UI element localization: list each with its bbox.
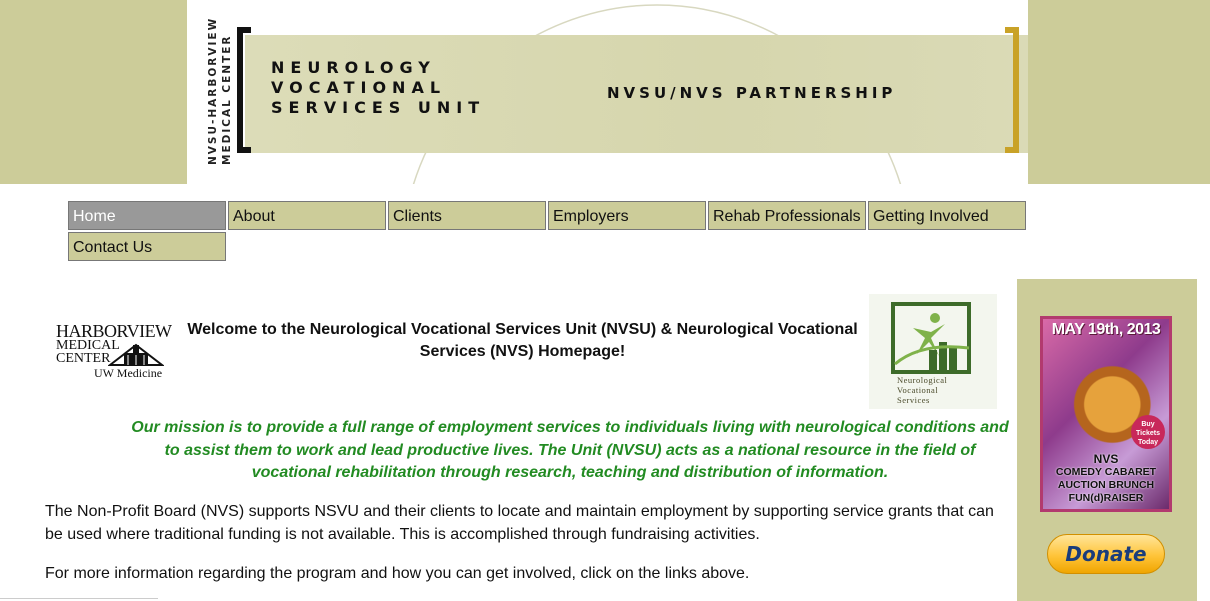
poster-date: MAY 19th, 2013	[1051, 321, 1161, 338]
unit-title-line-3: SERVICES UNIT	[271, 98, 486, 117]
unit-title-line-1: NEUROLOGY	[271, 58, 436, 77]
nvs-board-paragraph: The Non-Profit Board (NVS) supports NSVU…	[45, 503, 994, 543]
nav-item-getting-involved[interactable]: Getting Involved	[868, 201, 1026, 230]
nvs-logo[interactable]: Neurological Vocational Services	[869, 294, 997, 409]
welcome-heading: Welcome to the Neurological Vocational S…	[187, 321, 858, 360]
unit-title-line-2: VOCATIONAL	[271, 78, 447, 97]
nvs-figure-icon	[891, 302, 971, 374]
event-poster[interactable]: MAY 19th, 2013 Buy Tickets Today NVS COM…	[1040, 316, 1172, 512]
header-side-panel-left	[0, 0, 187, 184]
harborview-logo[interactable]: HARBORVIEW MEDICAL CENTER UW Medicine	[56, 321, 174, 381]
nav-item-employers[interactable]: Employers	[548, 201, 706, 230]
site-banner: NVSU-HARBORVIEW MEDICAL CENTER NEUROLOGY…	[187, 0, 1028, 184]
unit-title: NEUROLOGY VOCATIONAL SERVICES UNIT	[271, 58, 485, 118]
nvs-logo-line-2: Vocational	[897, 385, 939, 395]
banner-vertical-text: NVSU-HARBORVIEW MEDICAL CENTER	[205, 15, 237, 165]
nav-item-rehab-professionals[interactable]: Rehab Professionals	[708, 201, 866, 230]
banner-bracket-left	[237, 27, 251, 153]
vertical-text-line-1: NVSU-HARBORVIEW	[207, 16, 219, 165]
uw-medicine-label: UW Medicine	[94, 366, 163, 380]
vertical-text-line-2: MEDICAL CENTER	[221, 34, 233, 165]
nav-item-about[interactable]: About	[228, 201, 386, 230]
mission-statement: Our mission is to provide a full range o…	[131, 419, 1009, 481]
poster-line-4: FUN(d)RAISER	[1068, 492, 1144, 504]
banner-bracket-right	[1005, 27, 1019, 153]
nav-item-home[interactable]: Home	[68, 201, 226, 230]
poster-line-2: COMEDY CABARET	[1055, 466, 1157, 478]
nvs-logo-line-1: Neurological	[897, 375, 948, 385]
more-info-paragraph: For more information regarding the progr…	[45, 565, 750, 582]
nav-item-contact-us[interactable]: Contact Us	[68, 232, 226, 261]
divider	[0, 598, 158, 599]
poster-event-lines: NVS COMEDY CABARET AUCTION BRUNCH FUN(d)…	[1043, 453, 1169, 505]
header-side-panel-right	[1028, 0, 1210, 184]
nvs-logo-line-3: Services	[897, 395, 930, 405]
partnership-title: NVSU/NVS PARTNERSHIP	[607, 84, 897, 102]
poster-line-3: AUCTION BRUNCH	[1057, 479, 1155, 491]
nvs-logo-text: Neurological Vocational Services	[897, 375, 947, 405]
right-sidebar: MAY 19th, 2013 Buy Tickets Today NVS COM…	[1017, 279, 1197, 601]
buy-tickets-badge: Buy Tickets Today	[1131, 415, 1165, 449]
poster-line-1: NVS	[1093, 452, 1119, 466]
hospital-building-icon	[108, 343, 164, 366]
nav-item-clients[interactable]: Clients	[388, 201, 546, 230]
donate-button[interactable]: Donate	[1047, 534, 1165, 574]
